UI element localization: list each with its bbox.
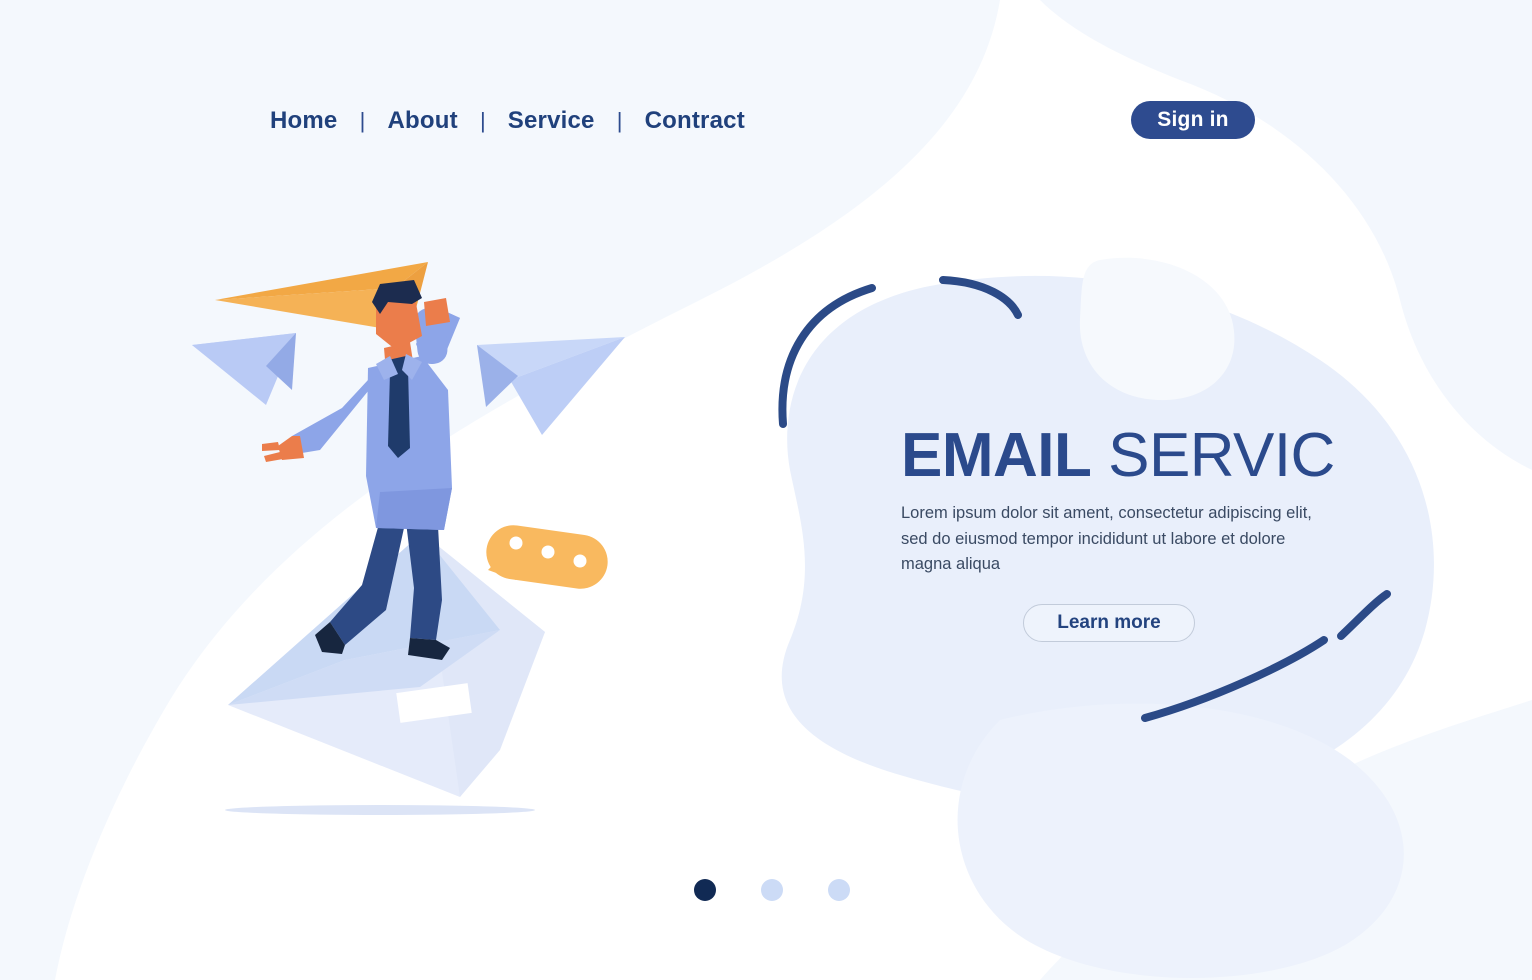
right-paper-plane bbox=[477, 337, 625, 435]
arm-raised-upper bbox=[416, 308, 460, 344]
hero-illustration bbox=[192, 262, 625, 815]
landing-page: Home | About | Service | Contract Sign i… bbox=[0, 0, 1532, 980]
collar bbox=[376, 356, 398, 380]
orange-paper-plane bbox=[215, 262, 428, 332]
nav-item-contract[interactable]: Contract bbox=[645, 107, 745, 135]
bubble-tail bbox=[488, 545, 516, 580]
nav-item-service[interactable]: Service bbox=[508, 107, 595, 135]
hero-blob-secondary bbox=[957, 703, 1404, 979]
left-plane-wing-top bbox=[192, 333, 296, 386]
hero-copy-block: EMAIL SERVIC Lorem ipsum dolor sit ament… bbox=[901, 421, 1335, 642]
bubble-dot-2 bbox=[541, 545, 555, 559]
top-navigation: Home | About | Service | Contract bbox=[0, 96, 1532, 146]
right-plane-wing-main bbox=[510, 337, 625, 435]
bg-shape-bottom-right bbox=[1000, 700, 1532, 980]
hand-raised bbox=[424, 298, 450, 326]
shoe-back bbox=[315, 622, 345, 654]
ground-shadow bbox=[225, 805, 535, 815]
nav-separator-2: | bbox=[479, 108, 486, 133]
learn-more-button[interactable]: Learn more bbox=[1023, 603, 1195, 642]
carousel-dots bbox=[694, 879, 850, 901]
bubble-dot-3 bbox=[573, 554, 587, 568]
hair bbox=[372, 280, 422, 314]
carousel-dot-1[interactable] bbox=[694, 879, 716, 901]
left-paper-plane bbox=[192, 333, 296, 405]
left-plane-tail bbox=[266, 333, 296, 390]
finger-1 bbox=[262, 442, 280, 451]
tie-body bbox=[388, 368, 410, 458]
finger-2 bbox=[264, 452, 283, 462]
tie-knot bbox=[388, 356, 408, 374]
nav-separator-3: | bbox=[616, 108, 623, 133]
open-envelope bbox=[228, 533, 545, 797]
arm-extended bbox=[292, 374, 382, 454]
carousel-dot-2[interactable] bbox=[761, 879, 783, 901]
bubble-body bbox=[486, 525, 608, 589]
arc-stroke-upper-left bbox=[778, 284, 876, 428]
neck bbox=[384, 342, 414, 372]
arm-raised-forearm bbox=[414, 307, 448, 365]
leg-back bbox=[330, 520, 404, 645]
left-plane-wing-main bbox=[192, 333, 296, 405]
businessman-character bbox=[262, 280, 460, 660]
nav-links: Home | About | Service | Contract bbox=[270, 96, 745, 146]
nav-item-about[interactable]: About bbox=[387, 107, 457, 135]
head bbox=[376, 292, 422, 350]
leg-front bbox=[406, 522, 442, 640]
page-title-regular: SERVIC bbox=[1091, 421, 1335, 490]
orange-plane-wing-main bbox=[215, 288, 395, 330]
orange-plane-body bbox=[392, 262, 428, 332]
shoe-front bbox=[408, 638, 450, 660]
envelope-flap bbox=[228, 533, 500, 705]
right-plane-wing-top bbox=[477, 337, 625, 380]
right-plane-tail bbox=[477, 345, 518, 407]
page-title-bold: EMAIL bbox=[901, 421, 1092, 490]
orange-plane-wing-top bbox=[215, 262, 428, 300]
bg-shape-top-right bbox=[1040, 0, 1532, 470]
torso-shirt bbox=[366, 356, 452, 530]
torso-shade bbox=[376, 488, 452, 530]
arc-stroke-upper-right bbox=[939, 276, 1022, 319]
hero-subtitle: Lorem ipsum dolor sit ament, consectetur… bbox=[901, 504, 1312, 574]
page-title: EMAIL SERVIC bbox=[901, 421, 1335, 490]
orange-plane-fold bbox=[392, 302, 410, 332]
sign-in-button[interactable]: Sign in bbox=[1131, 101, 1255, 139]
orange-chat-bubble bbox=[486, 525, 608, 589]
bg-shape-left-pale bbox=[0, 0, 1000, 980]
arc-stroke-lower-right-short bbox=[1337, 590, 1391, 640]
nav-item-home[interactable]: Home bbox=[270, 107, 337, 135]
hero-blob-notch bbox=[1079, 257, 1235, 401]
arm-raised bbox=[416, 308, 460, 358]
envelope-stamp bbox=[396, 683, 472, 723]
envelope-body-right bbox=[422, 533, 545, 797]
envelope-body bbox=[228, 533, 545, 797]
carousel-dot-3[interactable] bbox=[828, 879, 850, 901]
hand-extended bbox=[278, 436, 304, 460]
arc-stroke-lower-right-long bbox=[1141, 636, 1328, 722]
bubble-dot-1 bbox=[509, 536, 523, 550]
envelope-flap-inner bbox=[228, 630, 500, 705]
collar-right bbox=[402, 354, 422, 380]
hero-blob-circle bbox=[1124, 272, 1224, 368]
nav-separator-1: | bbox=[359, 108, 366, 133]
